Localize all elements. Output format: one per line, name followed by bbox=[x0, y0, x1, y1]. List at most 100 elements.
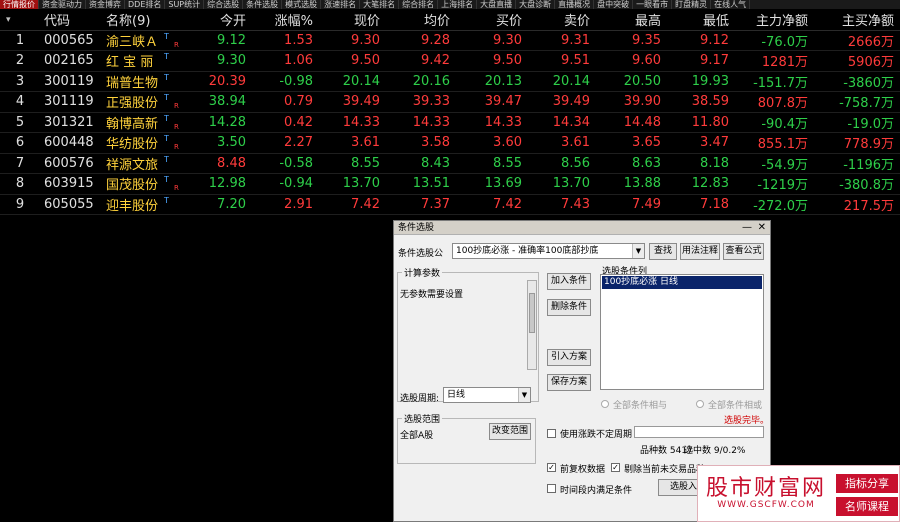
tab-13[interactable]: 大盘诊断 bbox=[516, 0, 556, 9]
stock-flag-t: T bbox=[164, 134, 169, 143]
view-formula-button[interactable]: 查看公式 bbox=[723, 243, 764, 260]
column-header-3[interactable]: 涨幅% bbox=[252, 10, 319, 31]
stock-code: 002165 bbox=[40, 50, 102, 72]
buy-net: -758.7万 bbox=[814, 91, 900, 113]
table-row[interactable]: 2 002165 红 宝 丽 T 9.30 1.06 9.50 9.42 9.50 9.51 9.6… bbox=[0, 50, 900, 72]
column-header-8[interactable]: 最高 bbox=[596, 10, 667, 31]
table-row[interactable]: 7 600576 祥源文旅 T 8.48 -0.58 8.55 8.43 8.55 8.56 8.6… bbox=[0, 153, 900, 174]
change-pct: 2.91 bbox=[252, 194, 319, 215]
column-header-0[interactable]: 代码 bbox=[40, 10, 102, 31]
forward-adjust-checkbox[interactable]: ✓ bbox=[547, 463, 556, 472]
tab-10[interactable]: 综合排名 bbox=[399, 0, 439, 9]
tab-7[interactable]: 模式选股 bbox=[282, 0, 322, 9]
exclude-untraded-checkbox[interactable]: ✓ bbox=[611, 463, 620, 472]
tab-16[interactable]: 一眼看市 bbox=[633, 0, 673, 9]
sort-marker[interactable]: ▾ bbox=[0, 10, 40, 31]
column-header-6[interactable]: 买价 bbox=[456, 10, 528, 31]
open-price: 38.94 bbox=[184, 91, 252, 113]
bid-price: 13.69 bbox=[456, 173, 528, 195]
row-index: 3 bbox=[0, 71, 40, 92]
condition-item[interactable]: 100抄底必涨 日线 bbox=[602, 276, 762, 289]
close-icon[interactable]: ✕ bbox=[758, 221, 766, 235]
low-price: 7.18 bbox=[667, 194, 735, 215]
stock-flag-t: T bbox=[164, 175, 169, 184]
change-pct: -0.98 bbox=[252, 71, 319, 92]
stock-flag-r: R bbox=[174, 143, 179, 151]
find-button[interactable]: 查找 bbox=[649, 243, 677, 260]
avg-price: 13.51 bbox=[386, 173, 456, 195]
import-plan-button[interactable]: 引入方案 bbox=[547, 349, 591, 366]
time-satisfied-checkbox[interactable] bbox=[547, 484, 556, 493]
tab-3[interactable]: DDE排名 bbox=[125, 0, 166, 9]
tab-1[interactable]: 资金驱动力 bbox=[39, 0, 86, 9]
stock-name-text: 渝三峡Ａ bbox=[106, 34, 159, 50]
radio-or[interactable] bbox=[696, 400, 704, 408]
radio-and[interactable] bbox=[601, 400, 609, 408]
column-header-9[interactable]: 最低 bbox=[667, 10, 735, 31]
open-price: 14.28 bbox=[184, 112, 252, 133]
stock-name-text: 华纺股份 bbox=[106, 137, 159, 153]
buy-net: 217.5万 bbox=[814, 194, 900, 215]
uncertain-period-label: 使用涨跌不定周期 bbox=[560, 430, 633, 440]
uncertain-period-checkbox[interactable] bbox=[547, 429, 556, 438]
tab-8[interactable]: 涨速排名 bbox=[321, 0, 361, 9]
minimize-button[interactable]: — bbox=[742, 221, 752, 235]
tab-9[interactable]: 大笔排名 bbox=[360, 0, 400, 9]
tab-17[interactable]: 盯盘精灵 bbox=[672, 0, 712, 9]
column-header-7[interactable]: 卖价 bbox=[528, 10, 596, 31]
ask-price: 13.70 bbox=[528, 173, 596, 195]
column-header-5[interactable]: 均价 bbox=[386, 10, 456, 31]
column-header-11[interactable]: 主买净额 bbox=[814, 10, 900, 31]
row-index: 4 bbox=[0, 91, 40, 113]
table-row[interactable]: 1 000565 渝三峡Ａ T R 9.12 1.53 9.30 9.28 9.30 9.31 9.3… bbox=[0, 30, 900, 51]
avg-price: 9.42 bbox=[386, 50, 456, 72]
change-pct: 0.79 bbox=[252, 91, 319, 113]
period-select[interactable]: 日线 ▼ bbox=[443, 387, 531, 403]
tab-11[interactable]: 上海排名 bbox=[438, 0, 478, 9]
column-header-4[interactable]: 现价 bbox=[319, 10, 386, 31]
open-price: 9.30 bbox=[184, 50, 252, 72]
buy-net: -3860万 bbox=[814, 71, 900, 92]
row-index: 2 bbox=[0, 50, 40, 72]
avg-price: 7.37 bbox=[386, 194, 456, 215]
table-row[interactable]: 4 301119 正强股份 T R 38.94 0.79 39.49 39.33 39.47 39.… bbox=[0, 91, 900, 113]
change-range-button[interactable]: 改变范围 bbox=[489, 423, 531, 440]
table-row[interactable]: 3 300119 瑞普生物 T 20.39 -0.98 20.14 20.16 20.13 20.… bbox=[0, 71, 900, 92]
tab-5[interactable]: 综合选股 bbox=[204, 0, 244, 9]
conditions-list[interactable]: 100抄底必涨 日线 bbox=[600, 274, 764, 390]
stock-code: 600576 bbox=[40, 153, 102, 174]
save-plan-button[interactable]: 保存方案 bbox=[547, 374, 591, 391]
tab-2[interactable]: 资金博弈 bbox=[86, 0, 125, 9]
column-header-10[interactable]: 主力净额 bbox=[735, 10, 814, 31]
table-row[interactable]: 8 603915 国茂股份 T R 12.98 -0.94 13.70 13.51 13.69 13… bbox=[0, 173, 900, 195]
table-row[interactable]: 6 600448 华纺股份 T R 3.50 2.27 3.61 3.58 3.60 3.61 3.6… bbox=[0, 132, 900, 154]
tab-14[interactable]: 直播概况 bbox=[555, 0, 595, 9]
tab-12[interactable]: 大盘直播 bbox=[477, 0, 517, 9]
column-header-2[interactable]: 今开 bbox=[184, 10, 252, 31]
params-scrollbar[interactable] bbox=[527, 280, 537, 370]
stock-flag-r: R bbox=[174, 102, 179, 110]
tab-18[interactable]: 在线人气 bbox=[711, 0, 751, 9]
tab-6[interactable]: 条件选股 bbox=[243, 0, 283, 9]
tab-4[interactable]: SUP统计 bbox=[165, 0, 205, 9]
main-net: 1281万 bbox=[735, 50, 814, 72]
open-price: 9.12 bbox=[184, 30, 252, 51]
main-net: -76.0万 bbox=[735, 30, 814, 51]
delete-condition-button[interactable]: 删除条件 bbox=[547, 299, 591, 316]
add-condition-button[interactable]: 加入条件 bbox=[547, 273, 591, 290]
table-row[interactable]: 9 605055 迎丰股份 T 7.20 2.91 7.42 7.37 7.42 7.43 7.49… bbox=[0, 194, 900, 215]
current-price: 14.33 bbox=[319, 112, 386, 133]
avg-price: 8.43 bbox=[386, 153, 456, 174]
formula-select[interactable]: 100抄底必涨 - 准确率100底部抄底 ▼ bbox=[452, 243, 645, 259]
change-pct: 2.27 bbox=[252, 132, 319, 154]
table-row[interactable]: 5 301321 翰博高新 T R 14.28 0.42 14.33 14.33 14.33 14.… bbox=[0, 112, 900, 133]
scrollbar-thumb[interactable] bbox=[529, 293, 535, 333]
usage-notes-button[interactable]: 用法注释 bbox=[680, 243, 720, 260]
column-header-1[interactable]: 名称(9) bbox=[102, 10, 184, 31]
tab-0[interactable]: 行情报价 bbox=[0, 0, 39, 9]
tab-15[interactable]: 盘中突破 bbox=[594, 0, 634, 9]
progress-bar bbox=[634, 426, 764, 438]
stock-flag-t: T bbox=[164, 72, 169, 82]
current-price: 39.49 bbox=[319, 91, 386, 113]
chevron-down-icon: ▼ bbox=[632, 244, 644, 258]
